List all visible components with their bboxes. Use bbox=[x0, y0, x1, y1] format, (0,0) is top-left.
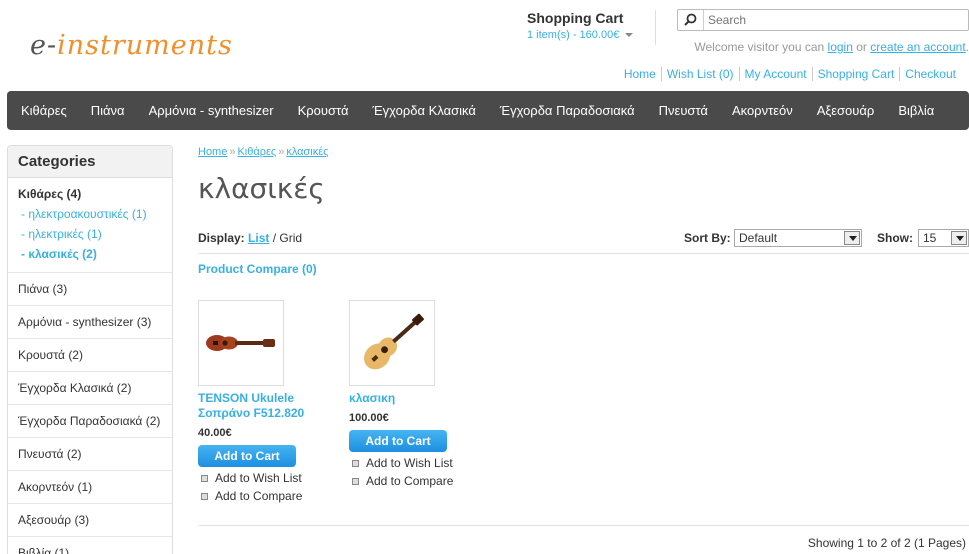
category-item-percussion[interactable]: Κρουστά (2) bbox=[8, 339, 172, 372]
category-item-wind[interactable]: Πνευστά (2) bbox=[8, 438, 172, 471]
menu-item-accessories[interactable]: Αξεσουάρ bbox=[805, 103, 887, 118]
breadcrumb-classical[interactable]: κλασικές bbox=[286, 146, 328, 158]
page-title: κλασικές bbox=[198, 172, 325, 205]
chevron-down-icon bbox=[625, 33, 634, 38]
login-link[interactable]: login bbox=[828, 40, 853, 54]
logo-text-prefix: e- bbox=[30, 30, 58, 61]
product-price: 100.00€ bbox=[349, 412, 389, 424]
site-logo[interactable]: e-instruments bbox=[30, 30, 233, 61]
add-to-compare-link[interactable]: Add to Compare bbox=[198, 489, 338, 503]
add-to-cart-button[interactable]: Add to Cart bbox=[198, 445, 296, 467]
category-item-pianos[interactable]: Πιάνα (3) bbox=[8, 273, 172, 306]
subcategory-electric[interactable]: - ηλεκτρικές (1) bbox=[18, 224, 162, 244]
chevron-down-icon bbox=[844, 231, 860, 245]
category-item-accordion[interactable]: Ακορντεόν (1) bbox=[8, 471, 172, 504]
product-compare-link[interactable]: Product Compare (0) bbox=[198, 262, 317, 276]
top-link-cart[interactable]: Shopping Cart bbox=[811, 67, 900, 81]
product-card: TENSON Ukulele Σοπράνο F512.820 40.00€ A… bbox=[198, 300, 338, 503]
product-card: κλασικη 100.00€ Add to Cart Add to Wish … bbox=[349, 300, 489, 488]
divider bbox=[198, 525, 969, 526]
menu-item-accordion[interactable]: Ακορντεόν bbox=[720, 103, 805, 118]
subcategory-classical[interactable]: - κλασικές (2) bbox=[18, 244, 162, 264]
breadcrumb-separator: » bbox=[229, 146, 236, 158]
menu-item-books[interactable]: Βιβλία bbox=[886, 103, 946, 118]
sort-select[interactable]: Default bbox=[734, 229, 862, 247]
sort-label: Sort By: bbox=[684, 231, 731, 245]
breadcrumb: Home» Κιθάρες» κλασικές bbox=[198, 146, 328, 158]
category-item-guitars[interactable]: Κιθάρες (4) bbox=[18, 187, 162, 201]
category-item-synth[interactable]: Αρμόνια - synthesizer (3) bbox=[8, 306, 172, 339]
main-menu: Κιθάρες Πιάνα Αρμόνια - synthesizer Κρου… bbox=[7, 91, 969, 130]
category-item-classical-strings[interactable]: Έγχορδα Κλασικά (2) bbox=[8, 372, 172, 405]
pagination-results: Showing 1 to 2 of 2 (1 Pages) bbox=[807, 536, 966, 550]
welcome-prefix: Welcome visitor you can bbox=[694, 40, 828, 54]
product-image[interactable] bbox=[349, 300, 435, 386]
top-links: Home Wish List (0) My Account Shopping Cart… bbox=[619, 67, 961, 81]
menu-item-synth[interactable]: Αρμόνια - synthesizer bbox=[137, 103, 286, 118]
category-item-books[interactable]: Βιβλία (1) bbox=[8, 537, 172, 554]
add-to-compare-link[interactable]: Add to Compare bbox=[349, 474, 489, 488]
display-label: Display: bbox=[198, 231, 245, 245]
top-link-wishlist[interactable]: Wish List (0) bbox=[660, 67, 739, 81]
top-link-home[interactable]: Home bbox=[619, 67, 661, 81]
product-name[interactable]: κλασικη bbox=[349, 391, 489, 406]
search-box bbox=[677, 9, 969, 31]
show-select-value: 15 bbox=[923, 231, 937, 245]
breadcrumb-home[interactable]: Home bbox=[198, 146, 227, 158]
chevron-down-icon bbox=[951, 231, 967, 245]
category-active-group: Κιθάρες (4) - ηλεκτροακουστικές (1) - ηλ… bbox=[8, 178, 172, 273]
add-to-wishlist-link[interactable]: Add to Wish List bbox=[349, 456, 489, 470]
divider bbox=[198, 253, 969, 254]
categories-sidebar: Categories Κιθάρες (4) - ηλεκτροακουστικ… bbox=[7, 145, 173, 554]
category-item-traditional-strings[interactable]: Έγχορδα Παραδοσιακά (2) bbox=[8, 405, 172, 438]
classical-guitar-image bbox=[363, 313, 424, 370]
menu-item-traditional-strings[interactable]: Έγχορδα Παραδοσιακά bbox=[488, 103, 647, 118]
cart-title: Shopping Cart bbox=[527, 10, 624, 26]
cart-summary-text: 1 item(s) - 160.00€ bbox=[527, 29, 620, 41]
sidebar-title: Categories bbox=[8, 146, 172, 178]
logo-text-main: instruments bbox=[57, 30, 233, 61]
header-cart[interactable]: Shopping Cart 1 item(s) - 160.00€ bbox=[527, 10, 634, 41]
subcategory-electroacoustic[interactable]: - ηλεκτροακουστικές (1) bbox=[18, 204, 162, 224]
product-image[interactable] bbox=[198, 300, 284, 386]
display-toggle: Display: List / Grid bbox=[198, 231, 302, 245]
show-label: Show: bbox=[877, 231, 913, 245]
search-input[interactable] bbox=[708, 11, 963, 29]
cart-summary[interactable]: 1 item(s) - 160.00€ bbox=[527, 29, 634, 41]
show-limit-select[interactable]: 15 bbox=[918, 229, 969, 247]
top-link-account[interactable]: My Account bbox=[738, 67, 812, 81]
product-name[interactable]: TENSON Ukulele Σοπράνο F512.820 bbox=[198, 391, 338, 421]
menu-item-percussion[interactable]: Κρουστά bbox=[286, 103, 361, 118]
search-icon bbox=[684, 13, 697, 26]
display-separator: / bbox=[269, 231, 280, 245]
display-list-link[interactable]: List bbox=[248, 231, 269, 245]
search-button[interactable] bbox=[678, 10, 704, 30]
ukulele-image bbox=[206, 335, 275, 351]
category-item-accessories[interactable]: Αξεσουάρ (3) bbox=[8, 504, 172, 537]
welcome-suffix: . bbox=[965, 40, 969, 54]
display-grid: Grid bbox=[279, 231, 303, 245]
menu-item-classical-strings[interactable]: Έγχορδα Κλασικά bbox=[360, 103, 487, 118]
product-price: 40.00€ bbox=[198, 427, 232, 439]
top-link-checkout[interactable]: Checkout bbox=[899, 67, 961, 81]
breadcrumb-separator: » bbox=[278, 146, 285, 158]
welcome-message: Welcome visitor you can login or create … bbox=[694, 40, 969, 54]
welcome-or: or bbox=[852, 40, 871, 54]
menu-item-guitars[interactable]: Κιθάρες bbox=[7, 103, 79, 118]
add-to-cart-button[interactable]: Add to Cart bbox=[349, 430, 447, 452]
header-divider bbox=[655, 10, 656, 45]
create-account-link[interactable]: create an account bbox=[870, 40, 965, 54]
menu-item-wind[interactable]: Πνευστά bbox=[647, 103, 720, 118]
menu-item-pianos[interactable]: Πιάνα bbox=[79, 103, 137, 118]
breadcrumb-guitars[interactable]: Κιθάρες bbox=[237, 146, 276, 158]
sort-select-value: Default bbox=[739, 231, 778, 245]
add-to-wishlist-link[interactable]: Add to Wish List bbox=[198, 471, 338, 485]
